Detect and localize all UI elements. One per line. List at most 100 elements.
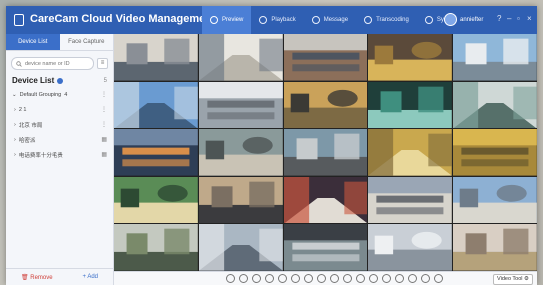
nav-label: Playback	[271, 17, 296, 23]
play-icon[interactable]	[226, 274, 235, 283]
camera-feed-image	[283, 34, 368, 81]
camera-feed-image	[114, 224, 198, 271]
close-icon[interactable]: ×	[527, 14, 532, 23]
video-feed-cell[interactable]	[283, 34, 368, 81]
video-feed-cell[interactable]	[283, 224, 368, 271]
close-all-icon[interactable]	[421, 274, 430, 283]
user-name: anniefter	[460, 16, 484, 23]
add-button[interactable]: + Add	[83, 274, 99, 280]
sound-icon[interactable]	[343, 274, 352, 283]
fullscreen-icon[interactable]	[369, 274, 378, 283]
playback-icon	[259, 16, 268, 24]
camera-feed-image	[368, 81, 453, 129]
nav-label: Transcoding	[376, 17, 409, 23]
camera-feed-image	[283, 129, 368, 176]
layout-16-icon[interactable]	[291, 274, 300, 283]
playback-controls	[226, 274, 443, 283]
camera-feed-image	[453, 224, 537, 271]
chevron-right-icon: ›	[14, 106, 16, 113]
grid-icon[interactable]: ▦	[101, 136, 107, 143]
nav-transcoding[interactable]: Transcoding	[356, 6, 417, 34]
search-input[interactable]	[25, 60, 85, 67]
chevron-down-icon: ⌄	[12, 91, 17, 98]
video-feed-cell[interactable]	[368, 34, 453, 81]
video-feed-cell[interactable]	[114, 129, 198, 176]
video-feed-cell[interactable]	[198, 81, 283, 129]
more-icon[interactable]: ⋮	[101, 121, 107, 128]
nav-playback[interactable]: Playback	[251, 6, 303, 34]
group-item[interactable]: › 北京 市局 ⋮	[12, 117, 107, 132]
video-feed-cell[interactable]	[283, 129, 368, 176]
video-feed-cell[interactable]	[453, 224, 537, 271]
group-default[interactable]: ⌄ Default Grouping 4 ⋮	[12, 87, 107, 102]
nav-message[interactable]: Message	[304, 6, 356, 34]
filter-icon[interactable]: ≡	[97, 58, 108, 69]
more-icon[interactable]	[434, 274, 443, 283]
remove-button[interactable]: 🗑 Remove	[21, 274, 53, 281]
zoom-icon[interactable]	[356, 274, 365, 283]
video-feed-cell[interactable]	[368, 224, 453, 271]
camera-feed-image	[198, 34, 283, 81]
video-feed-cell[interactable]	[453, 129, 537, 176]
layout-1-icon[interactable]	[252, 274, 261, 283]
grid-icon[interactable]	[395, 274, 404, 283]
video-feed-cell[interactable]	[114, 81, 198, 129]
minimize-icon[interactable]: –	[507, 14, 511, 23]
group-item[interactable]: › 电话费率十分毛贵 ▦	[12, 147, 107, 162]
device-list-header: Device List 5	[12, 76, 107, 85]
snapshot-icon[interactable]	[317, 274, 326, 283]
camera-feed-image	[283, 224, 368, 271]
video-feed-cell[interactable]	[368, 176, 453, 224]
group-item[interactable]: › 2 1 ⋮	[12, 102, 107, 117]
stop-icon[interactable]	[239, 274, 248, 283]
tab-device-list[interactable]: Device List	[6, 34, 60, 50]
camera-feed-image	[453, 34, 537, 81]
tab-label: Device List	[18, 39, 48, 45]
top-nav: Preview Playback Message Transcoding Sys…	[202, 6, 465, 34]
help-icon[interactable]: ?	[497, 14, 501, 23]
camera-feed-image	[114, 129, 198, 176]
refresh-icon[interactable]	[408, 274, 417, 283]
app-title: CareCam Cloud Video Management	[30, 13, 216, 25]
video-feed-cell[interactable]	[198, 224, 283, 271]
user-menu[interactable]: anniefter	[444, 13, 483, 26]
video-feed-cell[interactable]	[198, 34, 283, 81]
layout-25-icon[interactable]	[304, 274, 313, 283]
camera-feed-image	[198, 176, 283, 224]
bottom-toolbar: Video Tool ⚙	[114, 271, 537, 285]
more-icon[interactable]: ⋮	[101, 106, 107, 113]
group-item[interactable]: › 哈密派 ▦	[12, 132, 107, 147]
app-window: CareCam Cloud Video Management Preview P…	[6, 6, 537, 285]
video-feed-cell[interactable]	[368, 81, 453, 129]
video-feed-cell[interactable]	[114, 34, 198, 81]
camera-feed-image	[453, 81, 537, 129]
nav-preview[interactable]: Preview	[202, 6, 252, 34]
camera-feed-image	[368, 224, 453, 271]
video-feed-cell[interactable]	[283, 81, 368, 129]
camera-feed-image	[283, 81, 368, 129]
video-tool-button[interactable]: Video Tool ⚙	[493, 274, 533, 285]
video-feed-cell[interactable]	[114, 176, 198, 224]
camera-feed-image	[453, 129, 537, 176]
video-feed-cell[interactable]	[453, 81, 537, 129]
layout-4-icon[interactable]	[265, 274, 274, 283]
maximize-icon[interactable]: ▫	[517, 14, 520, 23]
more-icon[interactable]: ⋮	[101, 91, 107, 98]
video-feed-cell[interactable]	[198, 129, 283, 176]
device-list-title: Device List	[12, 76, 55, 85]
video-feed-cell[interactable]	[114, 224, 198, 271]
video-feed-cell[interactable]	[453, 176, 537, 224]
layout-9-icon[interactable]	[278, 274, 287, 283]
tab-face-capture[interactable]: Face Capture	[60, 34, 114, 50]
camera-feed-image	[198, 129, 283, 176]
camera-feed-image	[198, 224, 283, 271]
group-label: 哈密派	[18, 137, 36, 144]
video-feed-cell[interactable]	[198, 176, 283, 224]
video-feed-cell[interactable]	[368, 129, 453, 176]
chevron-right-icon: ›	[14, 136, 16, 143]
record-icon[interactable]	[330, 274, 339, 283]
video-feed-cell[interactable]	[283, 176, 368, 224]
video-feed-cell[interactable]	[453, 34, 537, 81]
grid-icon[interactable]: ▦	[101, 151, 107, 158]
settings-icon[interactable]	[382, 274, 391, 283]
